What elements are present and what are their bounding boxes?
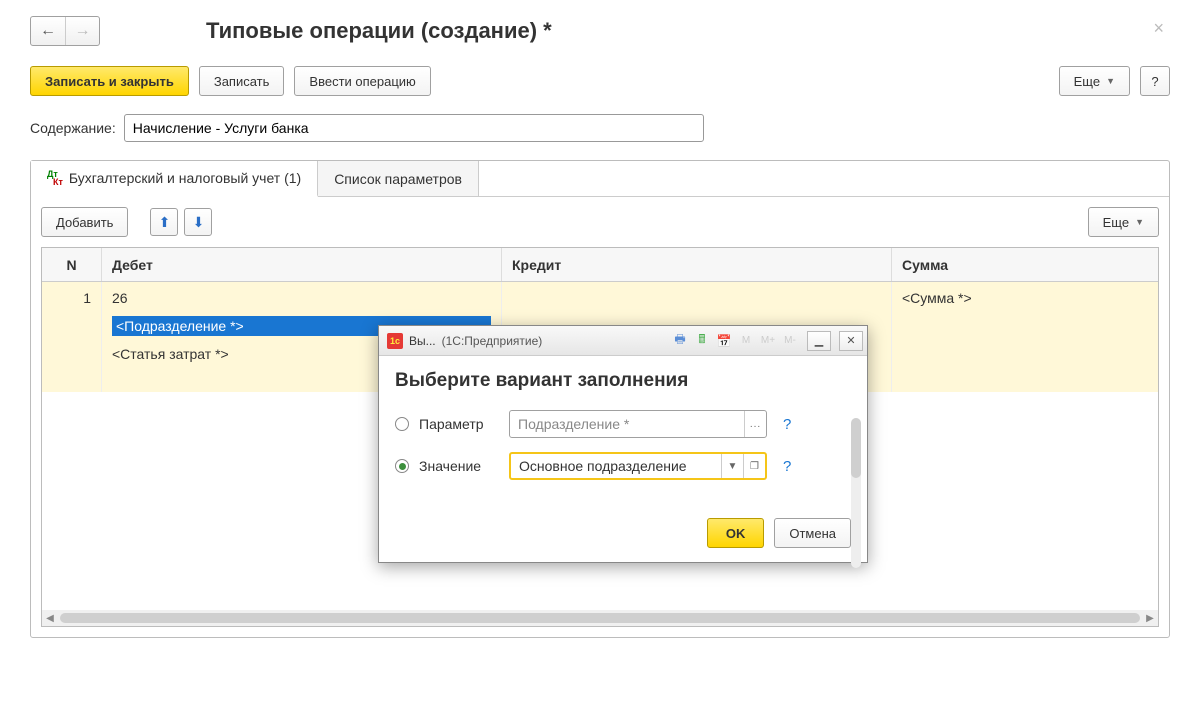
content-label: Содержание:: [30, 120, 116, 136]
content-input[interactable]: [124, 114, 704, 142]
parameter-value: Подразделение *: [510, 411, 744, 437]
save-button[interactable]: Записать: [199, 66, 285, 96]
value-help[interactable]: ?: [783, 458, 791, 475]
value-combo[interactable]: Основное подразделение ▼ ❐: [509, 452, 767, 480]
print-icon[interactable]: 🖶: [671, 332, 689, 350]
cell-sum[interactable]: <Сумма *>: [892, 282, 1158, 392]
dialog-title: Вы...: [409, 334, 436, 348]
debit-account: 26: [112, 290, 491, 306]
chevron-down-icon: ▼: [1135, 217, 1144, 227]
calendar-icon[interactable]: 📅: [715, 332, 733, 350]
radio-value-label: Значение: [419, 458, 499, 474]
close-icon[interactable]: ×: [1153, 18, 1164, 39]
nav-group: ← →: [30, 16, 100, 46]
value-text: Основное подразделение: [511, 454, 721, 478]
inner-more-label: Еще: [1103, 215, 1129, 230]
enter-operation-button[interactable]: Ввести операцию: [294, 66, 430, 96]
parameter-select-button[interactable]: ...: [744, 411, 766, 437]
parameter-help[interactable]: ?: [783, 416, 791, 433]
m-minus-icon[interactable]: M-: [781, 332, 799, 350]
tab-parameters[interactable]: Список параметров: [318, 161, 479, 196]
scroll-right-icon[interactable]: ▶: [1142, 611, 1158, 625]
calculator-icon[interactable]: 🖩: [693, 332, 711, 350]
nav-back-button[interactable]: ←: [31, 17, 65, 45]
inner-more-button[interactable]: Еще ▼: [1088, 207, 1159, 237]
m-plus-icon[interactable]: M+: [759, 332, 777, 350]
value-open-button[interactable]: ❐: [743, 454, 765, 478]
cell-n: 1: [42, 282, 102, 392]
move-up-button[interactable]: ⬆: [150, 208, 178, 236]
col-sum[interactable]: Сумма: [892, 248, 1158, 281]
m-icon[interactable]: M: [737, 332, 755, 350]
dialog-heading: Выберите вариант заполнения: [395, 370, 851, 392]
fill-variant-dialog: 1c Вы... (1С:Предприятие) 🖶 🖩 📅 M M+ M- …: [378, 325, 868, 563]
dialog-close-button[interactable]: ✕: [839, 331, 863, 351]
dialog-subtitle: (1С:Предприятие): [442, 334, 665, 348]
col-n[interactable]: N: [42, 248, 102, 281]
parameter-combo[interactable]: Подразделение * ...: [509, 410, 767, 438]
page-title: Типовые операции (создание) *: [206, 18, 552, 44]
move-down-button[interactable]: ⬇: [184, 208, 212, 236]
more-label: Еще: [1074, 74, 1100, 89]
radio-parameter[interactable]: [395, 417, 409, 431]
dialog-scrollbar[interactable]: [851, 418, 861, 568]
more-button[interactable]: Еще ▼: [1059, 66, 1130, 96]
app-icon: 1c: [387, 333, 403, 349]
radio-value[interactable]: [395, 459, 409, 473]
save-and-close-button[interactable]: Записать и закрыть: [30, 66, 189, 96]
nav-forward-button[interactable]: →: [65, 17, 99, 45]
scroll-left-icon[interactable]: ◀: [42, 611, 58, 625]
horizontal-scrollbar[interactable]: ◀ ▶: [42, 610, 1158, 626]
scroll-thumb[interactable]: [60, 613, 1140, 623]
col-credit[interactable]: Кредит: [502, 248, 892, 281]
tab-accounting[interactable]: ДтКт Бухгалтерский и налоговый учет (1): [31, 161, 318, 197]
radio-parameter-label: Параметр: [419, 416, 499, 432]
cancel-button[interactable]: Отмена: [774, 518, 851, 548]
col-debit[interactable]: Дебет: [102, 248, 502, 281]
tab-accounting-label: Бухгалтерский и налоговый учет (1): [69, 170, 301, 186]
ok-button[interactable]: OK: [707, 518, 765, 548]
chevron-down-icon: ▼: [1106, 76, 1115, 86]
add-button[interactable]: Добавить: [41, 207, 128, 237]
dtkt-icon: ДтКт: [47, 170, 63, 186]
help-button[interactable]: ?: [1140, 66, 1170, 96]
minimize-button[interactable]: ▁: [807, 331, 831, 351]
value-dropdown-button[interactable]: ▼: [721, 454, 743, 478]
